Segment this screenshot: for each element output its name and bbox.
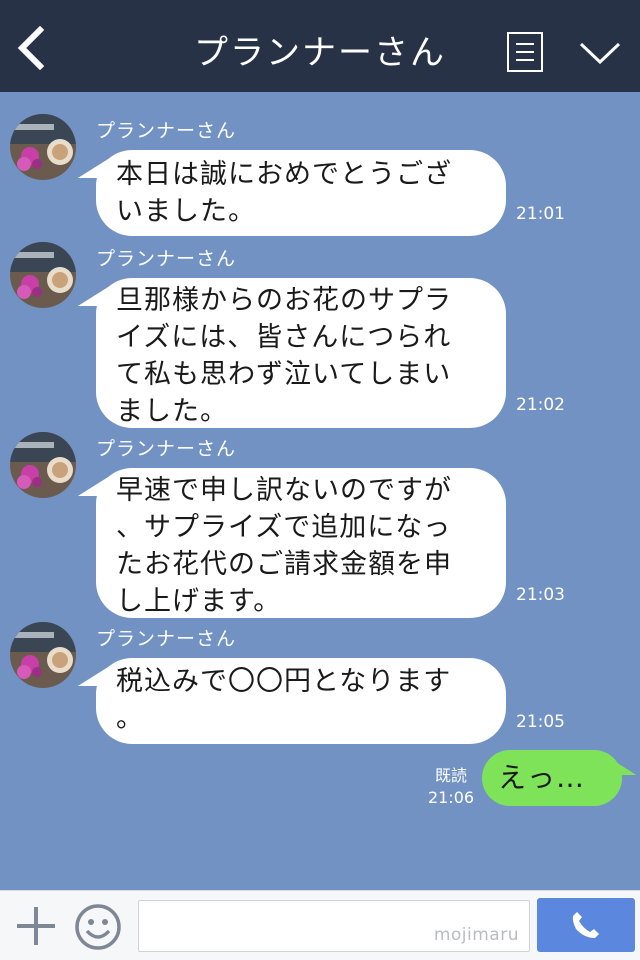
message-time: 21:02 xyxy=(516,395,565,415)
my-message-bubble[interactable]: えっ… xyxy=(482,750,622,806)
message-time: 21:05 xyxy=(516,712,565,732)
chat-header: プランナーさん xyxy=(0,0,640,92)
chevron-left-icon[interactable] xyxy=(14,26,54,70)
message-input[interactable]: mojimaru xyxy=(138,900,530,952)
sender-name: プランナーさん xyxy=(96,628,237,650)
message-bubble[interactable]: 本日は誠におめでとうござ いました。 xyxy=(96,150,506,236)
phone-icon xyxy=(572,912,599,938)
list-menu-icon[interactable] xyxy=(507,32,543,72)
avatar[interactable] xyxy=(10,242,76,308)
message-list[interactable]: プランナーさん 本日は誠におめでとうござ いました。 21:01 プランナーさん… xyxy=(0,92,640,890)
message-bubble[interactable]: 早速で申し訳ないのですが 、サプライズで追加になっ たお花代のご請求金額を申 し… xyxy=(96,468,506,618)
chevron-down-icon[interactable] xyxy=(578,38,622,68)
read-receipt: 既読 21:06 xyxy=(427,766,475,807)
smiley-icon[interactable] xyxy=(74,903,122,951)
sender-name: プランナーさん xyxy=(96,248,237,270)
message-bubble[interactable]: 旦那様からのお花のサプラ イズには、皆さんにつられ て私も思わず泣いてしまい ま… xyxy=(96,278,506,428)
avatar[interactable] xyxy=(10,622,76,688)
plus-icon[interactable] xyxy=(16,906,56,946)
message-bubble[interactable]: 税込みで〇〇円となります 。 xyxy=(96,658,506,744)
message-time: 21:03 xyxy=(516,585,565,605)
chat-title: プランナーさん xyxy=(194,33,446,73)
call-button[interactable] xyxy=(537,898,635,952)
avatar[interactable] xyxy=(10,432,76,498)
avatar[interactable] xyxy=(10,114,76,180)
sender-name: プランナーさん xyxy=(96,120,237,142)
watermark: mojimaru xyxy=(433,925,519,945)
input-bar: mojimaru xyxy=(0,890,640,960)
message-time: 21:01 xyxy=(516,204,565,224)
sender-name: プランナーさん xyxy=(96,438,237,460)
